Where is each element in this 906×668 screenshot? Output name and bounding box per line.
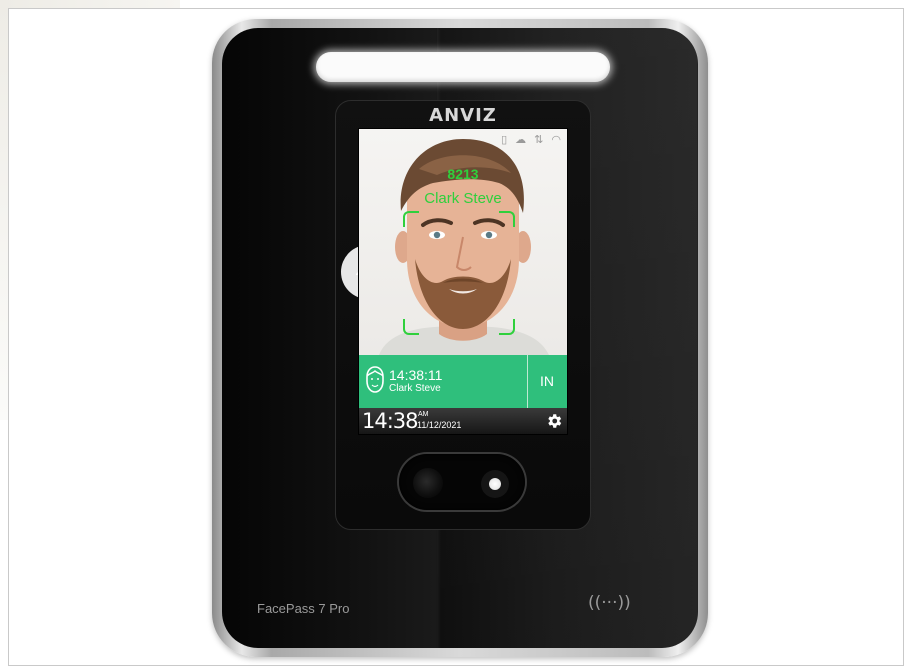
face-id-label: 8213	[447, 166, 479, 182]
status-icons: ▯ ☁ ⇅ ◠	[501, 133, 561, 146]
gear-icon[interactable]	[545, 412, 563, 430]
wifi-icon: ◠	[551, 134, 561, 146]
face-outline-icon	[366, 366, 384, 393]
clock-time: 14:38	[362, 409, 419, 433]
network-icon: ⇅	[534, 134, 544, 146]
corner-decoration-left	[0, 0, 8, 420]
light-bar	[316, 52, 610, 82]
nfc-reader-icon[interactable]: ((···))	[588, 593, 631, 613]
camera-lens	[413, 468, 443, 498]
clock-date: 11/12/2021	[417, 420, 462, 430]
face-name-label: Clark Steve	[424, 190, 502, 207]
clock-bar: 14:38 AM 11/12/2021	[359, 408, 567, 434]
recognition-result: 14:38:11 Clark Steve IN	[359, 355, 567, 408]
cloud-icon: ☁	[515, 134, 527, 146]
usb-icon: ▯	[501, 134, 508, 146]
face-scan-frame	[403, 211, 515, 335]
ir-light	[481, 470, 509, 498]
touch-screen[interactable]: ▯ ☁ ⇅ ◠ 8213 Clark Steve 14:38:11 Clark …	[358, 128, 568, 435]
punch-status-button[interactable]: IN	[527, 355, 567, 408]
result-name: Clark Steve	[389, 383, 441, 394]
clock-ampm: AM	[418, 411, 429, 418]
face-photo: ▯ ☁ ⇅ ◠ 8213 Clark Steve	[359, 129, 567, 355]
corner-decoration	[0, 0, 180, 8]
result-time: 14:38:11	[389, 367, 443, 383]
model-label: FacePass 7 Pro	[257, 601, 350, 616]
brand-logo: ANVIZ	[429, 105, 497, 126]
